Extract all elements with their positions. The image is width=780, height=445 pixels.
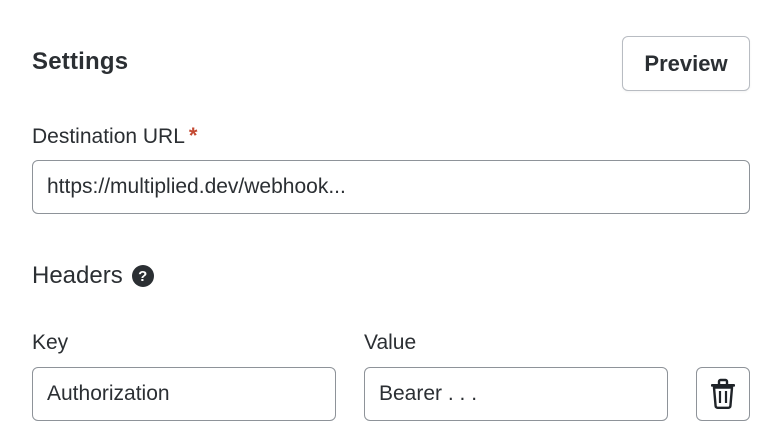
- headers-title: Headers ?: [32, 262, 154, 290]
- value-label: Value: [364, 331, 417, 354]
- delete-header-button[interactable]: [696, 367, 750, 421]
- trash-icon: [711, 378, 735, 410]
- header-value-input[interactable]: [364, 367, 668, 421]
- destination-url-input[interactable]: [32, 160, 750, 214]
- destination-url-label-text: Destination URL: [32, 125, 185, 148]
- destination-url-label: Destination URL *: [32, 123, 197, 149]
- header-key-input[interactable]: [32, 367, 336, 421]
- required-marker: *: [188, 123, 198, 148]
- key-label: Key: [32, 331, 69, 354]
- preview-button[interactable]: Preview: [622, 36, 750, 91]
- headers-title-text: Headers: [32, 262, 123, 289]
- settings-title: Settings: [32, 48, 129, 75]
- question-circle-icon[interactable]: ?: [131, 265, 154, 287]
